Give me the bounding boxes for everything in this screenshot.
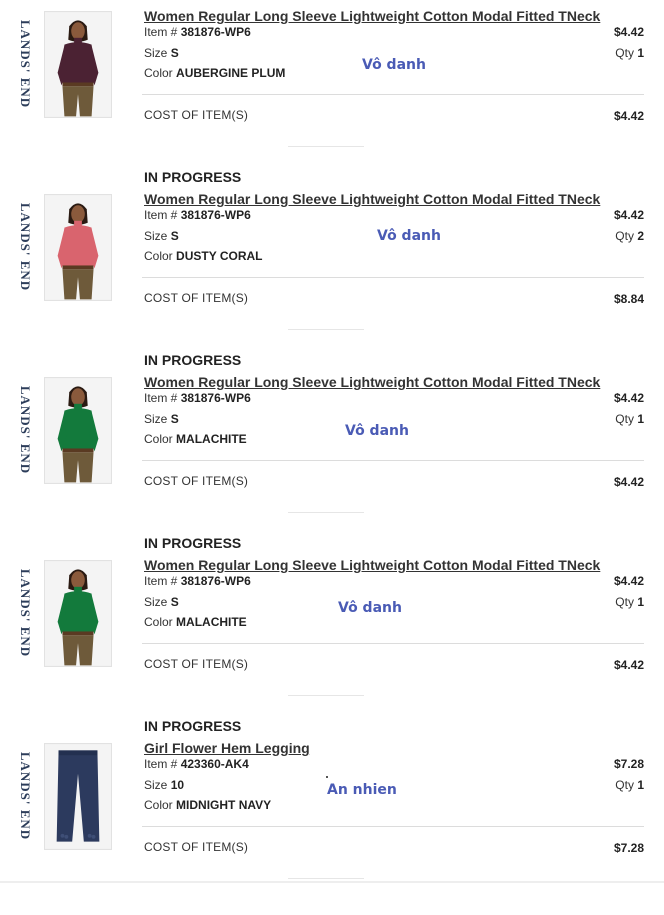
status-label: IN PROGRESS (144, 352, 242, 368)
cost-value: $8.84 (613, 292, 644, 306)
item-price: $7.28 (613, 757, 644, 771)
divider (142, 826, 644, 827)
item-qty: Qty 1 (615, 412, 644, 426)
cost-value: $4.42 (613, 475, 644, 489)
woman-turtleneck-icon (45, 195, 111, 300)
item-number: Item # 381876-WP6 (144, 391, 251, 405)
item-color: Color MALACHITE (144, 432, 247, 446)
product-image[interactable] (44, 377, 112, 484)
annotation-note: Vô danh (338, 600, 402, 616)
annotation-note: Vô danh (345, 423, 409, 439)
item-number: Item # 381876-WP6 (144, 25, 251, 39)
brand-logo: LANDS' END (18, 751, 33, 841)
woman-turtleneck-icon (45, 378, 111, 483)
item-color: Color MIDNIGHT NAVY (144, 798, 272, 812)
item-size: Size S (144, 412, 179, 426)
item-price: $4.42 (613, 25, 644, 39)
separator (288, 512, 364, 513)
divider (142, 643, 644, 644)
item-qty: Qty 1 (615, 778, 644, 792)
cost-label: COST OF ITEM(S) (144, 474, 249, 488)
cost-label: COST OF ITEM(S) (144, 840, 249, 854)
order-item: IN PROGRESS LANDS' END Women Regular Lon… (0, 169, 664, 366)
cost-value: $4.42 (613, 658, 644, 672)
item-number: Item # 423360-AK4 (144, 757, 249, 771)
divider (142, 277, 644, 278)
bottom-divider (0, 881, 664, 883)
product-title-link[interactable]: Women Regular Long Sleeve Lightweight Co… (144, 8, 600, 24)
item-price: $4.42 (613, 574, 644, 588)
item-number: Item # 381876-WP6 (144, 208, 251, 222)
item-qty: Qty 1 (615, 46, 644, 60)
item-size: Size S (144, 595, 179, 609)
item-number: Item # 381876-WP6 (144, 574, 251, 588)
product-image[interactable] (44, 11, 112, 118)
item-qty: Qty 1 (615, 595, 644, 609)
separator (288, 146, 364, 147)
divider (142, 460, 644, 461)
cost-label: COST OF ITEM(S) (144, 108, 249, 122)
annotation-note: An nhien (327, 782, 397, 798)
separator (288, 878, 364, 879)
annotation-note: Vô danh (362, 57, 426, 73)
separator (288, 695, 364, 696)
status-label: IN PROGRESS (144, 169, 242, 185)
brand-logo: LANDS' END (18, 202, 33, 292)
product-title-link[interactable]: Women Regular Long Sleeve Lightweight Co… (144, 374, 600, 390)
separator (288, 329, 364, 330)
item-color: Color DUSTY CORAL (144, 249, 263, 263)
item-size: Size S (144, 46, 179, 60)
order-items-list: LANDS' END Women Regular Long Sleeve Lig… (0, 0, 664, 885)
stray-dot (326, 776, 328, 778)
item-qty: Qty 2 (615, 229, 644, 243)
cost-label: COST OF ITEM(S) (144, 291, 249, 305)
annotation-note: Vô danh (377, 228, 441, 244)
product-image[interactable] (44, 194, 112, 301)
item-size: Size S (144, 229, 179, 243)
woman-turtleneck-icon (45, 561, 111, 666)
cost-label: COST OF ITEM(S) (144, 657, 249, 671)
cost-value: $7.28 (613, 841, 644, 855)
woman-turtleneck-icon (45, 12, 111, 117)
product-title-link[interactable]: Girl Flower Hem Legging (144, 740, 310, 756)
product-title-link[interactable]: Women Regular Long Sleeve Lightweight Co… (144, 191, 600, 207)
product-image[interactable] (44, 560, 112, 667)
item-color: Color MALACHITE (144, 615, 247, 629)
item-size: Size 10 (144, 778, 185, 792)
cost-value: $4.42 (613, 109, 644, 123)
item-color: Color AUBERGINE PLUM (144, 66, 286, 80)
brand-logo: LANDS' END (18, 385, 33, 475)
order-item: IN PROGRESS LANDS' END Women Regular Lon… (0, 352, 664, 549)
brand-logo: LANDS' END (18, 568, 33, 658)
order-item: IN PROGRESS LANDS' END Women Regular Lon… (0, 535, 664, 732)
item-price: $4.42 (613, 208, 644, 222)
divider (142, 94, 644, 95)
order-item: LANDS' END Women Regular Long Sleeve Lig… (0, 0, 664, 183)
item-price: $4.42 (613, 391, 644, 405)
legging-icon (45, 744, 111, 849)
status-label: IN PROGRESS (144, 718, 242, 734)
brand-logo: LANDS' END (18, 19, 33, 109)
order-item: IN PROGRESS LANDS' END Girl Flower Hem L… (0, 718, 664, 915)
status-label: IN PROGRESS (144, 535, 242, 551)
product-image[interactable] (44, 743, 112, 850)
product-title-link[interactable]: Women Regular Long Sleeve Lightweight Co… (144, 557, 600, 573)
